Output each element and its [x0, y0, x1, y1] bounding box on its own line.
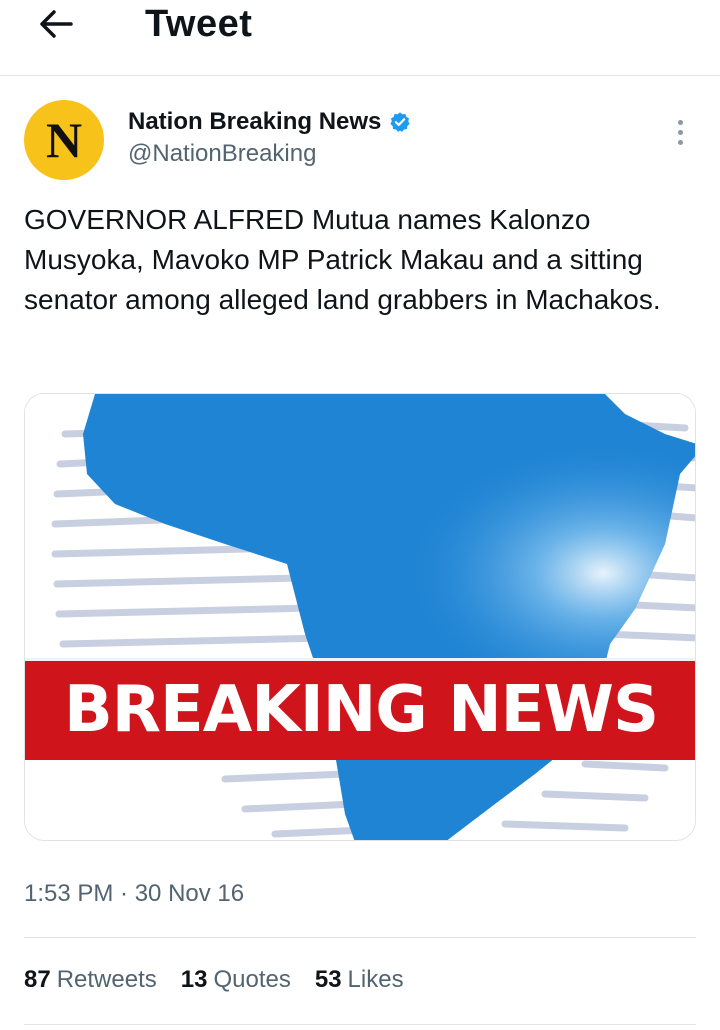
- retweets-label: Retweets: [56, 966, 157, 993]
- back-button[interactable]: [30, 2, 82, 46]
- likes-count: 53: [314, 966, 342, 993]
- more-vertical-icon: [677, 119, 683, 125]
- likes-stat[interactable]: 53 Likes: [315, 966, 404, 994]
- tweet-text: GOVERNOR ALFRED Mutua names Kalonzo Musy…: [24, 204, 661, 315]
- retweets-count: 87: [24, 966, 51, 993]
- retweets-stat[interactable]: 87 Retweets: [24, 966, 157, 994]
- top-bar: Tweet: [0, 0, 720, 76]
- more-options-button[interactable]: [664, 114, 696, 150]
- author-name: Nation Breaking News: [128, 108, 382, 135]
- author-handle[interactable]: @NationBreaking: [128, 140, 316, 168]
- avatar[interactable]: N: [24, 100, 104, 180]
- likes-label: Likes: [347, 966, 404, 993]
- divider: [24, 937, 696, 938]
- quotes-stat[interactable]: 13 Quotes: [181, 966, 291, 994]
- verified-badge-icon: [389, 111, 411, 133]
- quotes-count: 13: [180, 966, 208, 993]
- arrow-left-icon: [40, 10, 73, 38]
- page-title: Tweet: [145, 3, 253, 45]
- quotes-label: Quotes: [213, 966, 291, 993]
- tweet-stats: 87 Retweets 13 Quotes 53 Likes: [24, 966, 404, 994]
- tweet-media-image[interactable]: BREAKING NEWS: [24, 393, 696, 841]
- africa-map-graphic: [25, 394, 695, 840]
- tweet-timestamp[interactable]: 1:53 PM · 30 Nov 16: [24, 880, 244, 908]
- divider: [24, 1024, 696, 1025]
- author-name-row[interactable]: Nation Breaking News: [128, 108, 411, 136]
